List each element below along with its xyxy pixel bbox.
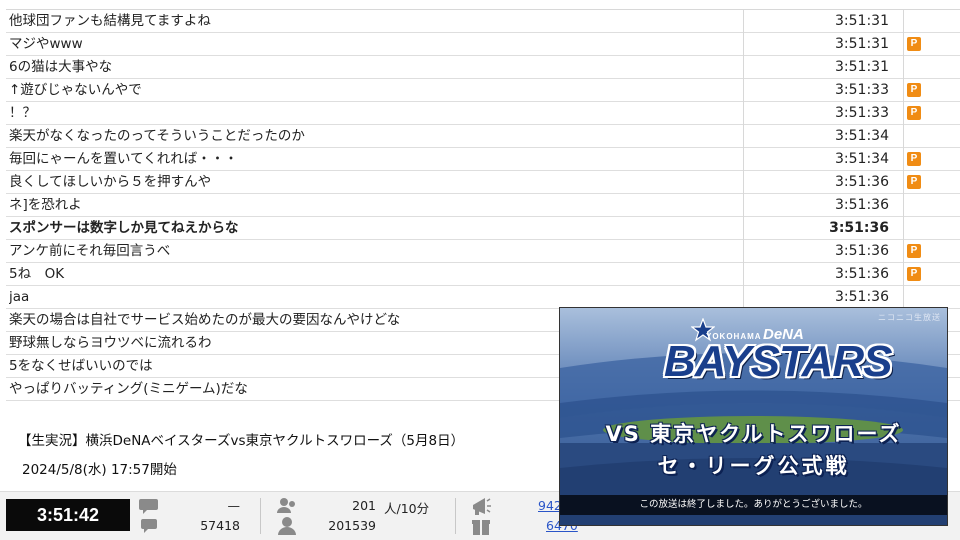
premium-badge-icon: P <box>907 175 921 189</box>
premium-badge-icon: P <box>907 106 921 120</box>
program-start-time: 2024/5/8(水) 17:57開始 <box>22 462 177 478</box>
comment-row[interactable]: 他球団ファンも結構見てますよね 3:51:31 P <box>6 10 960 33</box>
comment-text: ↑遊びじゃないんやで <box>9 82 142 98</box>
comment-time: 3:51:31 <box>835 13 889 29</box>
comment-row[interactable]: 毎回にゃーんを置いてくれれば・・・ 3:51:34 P <box>6 148 960 171</box>
comment-text: 楽天がなくなったのってそういうことだったのか <box>9 128 305 144</box>
viewer-rate: 201 <box>352 498 376 513</box>
comment-time: 3:51:36 <box>835 243 889 259</box>
video-player[interactable]: ニコニコ生放送 YOKOHAMA DeNA BAYSTARS VS 東京ヤクルト… <box>559 307 948 526</box>
comment-text: マジやwww <box>9 36 83 52</box>
comment-row[interactable]: 良くしてほしいから５を押すんや 3:51:36 P <box>6 171 960 194</box>
comment-time: 3:51:36 <box>835 289 889 305</box>
column-divider <box>903 125 904 148</box>
comment-row[interactable]: ↑遊びじゃないんやで 3:51:33 P <box>6 79 960 102</box>
comment-icon <box>139 499 158 533</box>
premium-badge-icon: P <box>907 152 921 166</box>
column-divider <box>903 217 904 240</box>
comment-row[interactable]: マジやwww 3:51:31 P <box>6 33 960 56</box>
program-title: 【生実況】横浜DeNAベイスターズvs東京ヤクルトスワローズ（5月8日） <box>18 433 465 449</box>
comment-row[interactable]: アンケ前にそれ毎回言うべ 3:51:36 P <box>6 240 960 263</box>
stat-divider <box>260 498 261 534</box>
team-logo-text: BAYSTARS <box>664 337 892 386</box>
premium-badge-icon: P <box>907 244 921 258</box>
comment-text: 6の猫は大事やな <box>9 59 113 75</box>
comment-count-recent: — <box>227 498 241 513</box>
matchup-title: VS 東京ヤクルトスワローズ <box>605 422 902 446</box>
column-divider <box>903 10 904 33</box>
comment-time: 3:51:31 <box>835 59 889 75</box>
league-title: セ・リーグ公式戦 <box>657 454 850 478</box>
comment-time: 3:51:36 <box>835 266 889 282</box>
comment-text: 5ね OK <box>9 266 65 282</box>
comment-time: 3:51:36 <box>835 197 889 213</box>
column-divider <box>903 102 904 125</box>
comment-text: jaa <box>9 289 30 305</box>
column-divider <box>903 56 904 79</box>
premium-badge-icon: P <box>907 83 921 97</box>
premium-badge-icon: P <box>907 37 921 51</box>
comment-row[interactable]: 6の猫は大事やな 3:51:31 P <box>6 56 960 79</box>
column-divider <box>903 286 904 309</box>
comment-row[interactable]: ネ]を恐れよ 3:51:36 P <box>6 194 960 217</box>
comment-time: 3:51:31 <box>835 36 889 52</box>
comment-time: 3:51:34 <box>835 151 889 167</box>
viewer-icon <box>277 498 296 535</box>
viewer-total: 201539 <box>328 518 376 533</box>
premium-badge-icon: P <box>907 267 921 281</box>
comment-time: 3:51:36 <box>835 174 889 190</box>
column-divider <box>903 148 904 171</box>
comment-time: 3:51:36 <box>829 220 889 236</box>
comment-text: アンケ前にそれ毎回言うべ <box>9 243 171 259</box>
elapsed-timer: 3:51:42 <box>6 499 130 531</box>
comment-row[interactable]: 5ね OK 3:51:36 P <box>6 263 960 286</box>
comment-text: 他球団ファンも結構見てますよね <box>9 13 211 29</box>
comment-row[interactable]: jaa 3:51:36 P <box>6 286 960 309</box>
comment-row[interactable]: 楽天がなくなったのってそういうことだったのか 3:51:34 P <box>6 125 960 148</box>
column-divider <box>903 194 904 217</box>
stream-watermark: ニコニコ生放送 <box>878 313 941 322</box>
comment-time: 3:51:34 <box>835 128 889 144</box>
comment-text: スポンサーは数字しか見てねえからな <box>9 220 239 236</box>
comment-count-total: 57418 <box>200 518 240 533</box>
comment-time: 3:51:33 <box>835 82 889 98</box>
comment-row[interactable]: スポンサーは数字しか見てねえからな 3:51:36 P <box>6 217 960 240</box>
column-divider <box>903 240 904 263</box>
column-divider <box>903 79 904 102</box>
stat-divider <box>455 498 456 534</box>
column-divider <box>903 263 904 286</box>
comment-text: 良くしてほしいから５を押すんや <box>9 174 212 190</box>
comment-text: 毎回にゃーんを置いてくれれば・・・ <box>9 151 238 167</box>
viewer-rate-unit: 人/10分 <box>384 501 430 516</box>
comment-time: 3:51:33 <box>835 105 889 121</box>
comment-row[interactable]: ！？ 3:51:33 P <box>6 102 960 125</box>
column-divider <box>903 33 904 56</box>
broadcast-ended-message: この放送は終了しました。ありがとうございました。 <box>560 495 947 515</box>
column-divider <box>903 171 904 194</box>
comment-text: ！？ <box>9 105 36 121</box>
comment-text: ネ]を恐れよ <box>9 197 82 213</box>
ad-megaphone-icon <box>472 498 491 535</box>
